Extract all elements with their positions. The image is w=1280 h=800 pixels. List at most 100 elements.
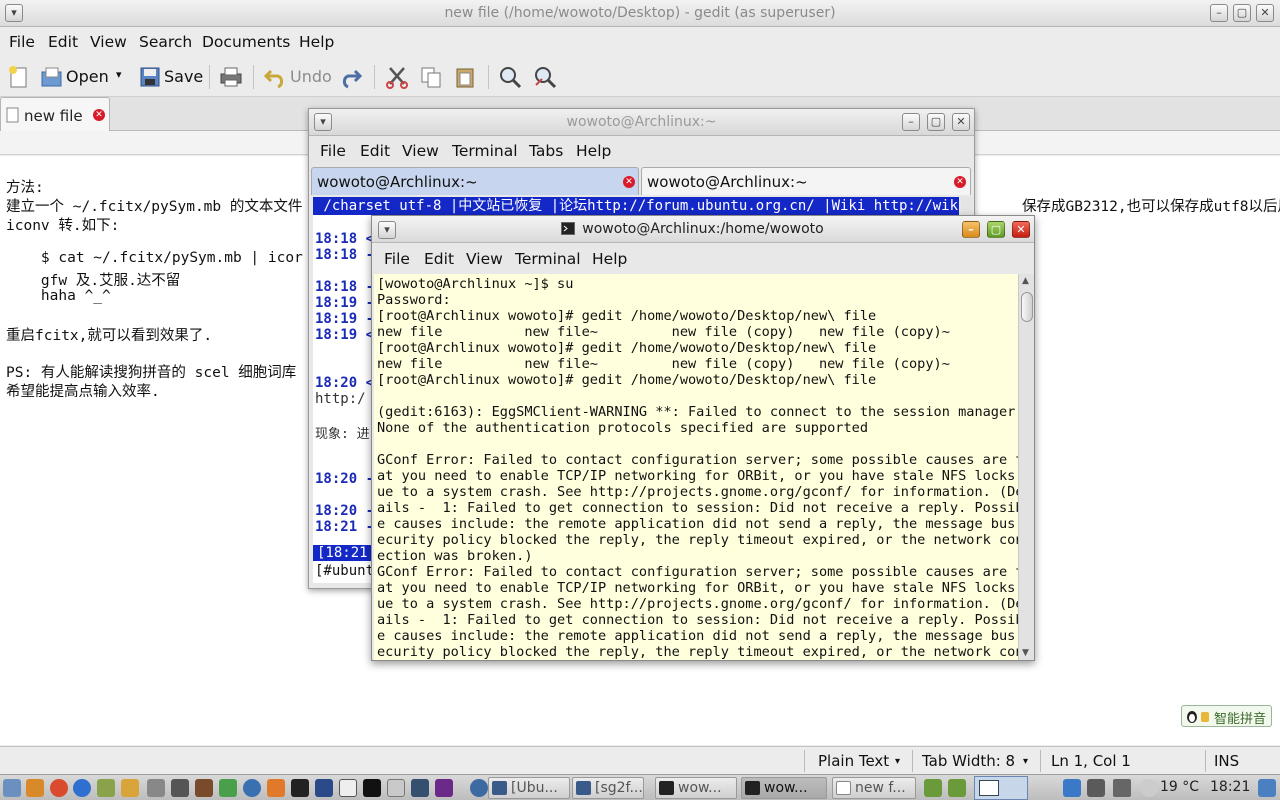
search-icon[interactable]: [498, 65, 522, 89]
network-status-icon[interactable]: [1063, 779, 1081, 797]
save-icon[interactable]: [138, 65, 162, 89]
globe-icon[interactable]: [73, 779, 91, 797]
moon-icon[interactable]: [363, 779, 381, 797]
terminal-titlebar[interactable]: ▾ wowoto@Archlinux:~ – ▢ ✕: [309, 109, 974, 136]
mms-icon[interactable]: [435, 779, 453, 797]
workspace-pager[interactable]: [974, 776, 1028, 800]
window-menu-button[interactable]: ▾: [5, 4, 23, 22]
gedit-titlebar[interactable]: new file (/home/wowoto/Desktop) - gedit …: [0, 0, 1280, 27]
terminal-line: (gedit:6163): EggSMClient-WARNING **: Fa…: [377, 404, 1018, 420]
tab-close-icon[interactable]: ✕: [93, 109, 105, 121]
open-folder-icon[interactable]: [40, 65, 64, 89]
minimize-button[interactable]: –: [962, 221, 980, 238]
home-icon[interactable]: [26, 779, 44, 797]
menu-edit[interactable]: Edit: [424, 250, 454, 268]
show-desktop-icon[interactable]: [1258, 779, 1276, 797]
settings-icon[interactable]: [411, 779, 429, 797]
menu-help[interactable]: Help: [299, 33, 334, 51]
save-button[interactable]: Save: [164, 67, 203, 86]
paste-icon[interactable]: [453, 65, 477, 89]
battery-icon[interactable]: [948, 779, 966, 797]
maximize-button[interactable]: ▢: [927, 113, 945, 131]
terminal-icon[interactable]: [291, 779, 309, 797]
search-replace-icon[interactable]: [533, 65, 557, 89]
maximize-button[interactable]: ▢: [987, 221, 1005, 238]
terminal-window-front[interactable]: ▾ wowoto@Archlinux:/home/wowoto – ▢ ✕ Fi…: [371, 215, 1035, 661]
im-icon[interactable]: [219, 779, 237, 797]
close-button[interactable]: ✕: [1012, 221, 1030, 238]
tab-width-selector[interactable]: Tab Width: 8: [922, 752, 1015, 770]
minimize-button[interactable]: –: [1210, 4, 1228, 22]
tex-icon[interactable]: [387, 779, 405, 797]
media-icon[interactable]: [147, 779, 165, 797]
scroll-down-arrow[interactable]: ▼: [1022, 648, 1029, 658]
browser-icon[interactable]: [50, 779, 68, 797]
terminal-output[interactable]: [wowoto@Archlinux ~]$ su Password: [root@A…: [374, 274, 1018, 660]
close-button[interactable]: ✕: [1256, 4, 1274, 22]
menu-file[interactable]: File: [9, 33, 35, 51]
menu-documents[interactable]: Documents: [202, 33, 290, 51]
minimize-button[interactable]: –: [902, 113, 920, 131]
menu-edit[interactable]: Edit: [360, 142, 390, 160]
game-icon[interactable]: [195, 779, 213, 797]
task-button[interactable]: new f...: [832, 777, 916, 799]
terminal-tab-active[interactable]: wowoto@Archlinux:~ ✕: [311, 167, 639, 195]
monitor-icon[interactable]: [315, 779, 333, 797]
mail-icon[interactable]: [97, 779, 115, 797]
display-icon[interactable]: [1087, 779, 1105, 797]
menu-launcher-icon[interactable]: [3, 779, 21, 797]
copy-icon[interactable]: [419, 65, 443, 89]
menu-help[interactable]: Help: [592, 250, 627, 268]
tab-close-icon[interactable]: ✕: [623, 176, 635, 188]
task-button-active[interactable]: wow...: [741, 777, 827, 799]
editor-line: gfw 及.艾服.达不留: [6, 273, 181, 289]
firefox-icon[interactable]: [267, 779, 285, 797]
battery-icon[interactable]: [924, 779, 942, 797]
camera-icon[interactable]: [171, 779, 189, 797]
network-icon[interactable]: [243, 779, 261, 797]
new-document-icon[interactable]: [7, 65, 31, 89]
weather-icon[interactable]: [1140, 779, 1158, 797]
menu-tabs[interactable]: Tabs: [529, 142, 563, 160]
menu-search[interactable]: Search: [139, 33, 192, 51]
scrollbar-thumb[interactable]: [1021, 292, 1033, 322]
menu-file[interactable]: File: [384, 250, 410, 268]
open-recent-dropdown[interactable]: ▾: [116, 68, 122, 81]
task-button[interactable]: wow...: [655, 777, 737, 799]
volume-icon[interactable]: [1113, 779, 1131, 797]
menu-view[interactable]: View: [402, 142, 439, 160]
clock[interactable]: 18:21: [1210, 779, 1250, 795]
ime-indicator[interactable]: 智能拼音: [1181, 705, 1272, 727]
task-button[interactable]: [sg2f...: [572, 777, 644, 799]
open-button[interactable]: Open: [66, 67, 109, 86]
undo-button[interactable]: Undo: [290, 67, 332, 86]
chevron-down-icon[interactable]: ▾: [1023, 756, 1028, 767]
menu-view[interactable]: View: [90, 33, 127, 51]
maximize-button[interactable]: ▢: [1233, 4, 1251, 22]
terminal-tab[interactable]: wowoto@Archlinux:~ ✕: [641, 167, 971, 195]
menu-terminal[interactable]: Terminal: [452, 142, 518, 160]
language-selector[interactable]: Plain Text: [818, 752, 889, 770]
workspace-icon[interactable]: [470, 779, 488, 797]
menu-view[interactable]: View: [466, 250, 503, 268]
chevron-down-icon[interactable]: ▾: [895, 756, 900, 767]
redo-icon[interactable]: [339, 65, 363, 89]
menu-edit[interactable]: Edit: [48, 33, 78, 51]
terminal-titlebar[interactable]: ▾ wowoto@Archlinux:/home/wowoto – ▢ ✕: [372, 216, 1034, 243]
chat-icon[interactable]: [121, 779, 139, 797]
irc-timestamp: 18:18 -: [315, 279, 375, 295]
print-icon[interactable]: [219, 65, 243, 89]
cut-icon[interactable]: [385, 65, 409, 89]
task-button[interactable]: [Ubu...: [488, 777, 570, 799]
close-button[interactable]: ✕: [952, 113, 970, 131]
menu-file[interactable]: File: [320, 142, 346, 160]
irc-input[interactable]: [#ubunt: [315, 563, 374, 579]
undo-icon[interactable]: [263, 65, 287, 89]
scroll-up-arrow[interactable]: ▲: [1022, 276, 1029, 286]
scrollbar[interactable]: ▲ ▼: [1018, 274, 1034, 660]
tab-new-file[interactable]: new file ✕: [0, 97, 110, 131]
skull-icon[interactable]: [339, 779, 357, 797]
tab-close-icon[interactable]: ✕: [954, 176, 966, 188]
menu-terminal[interactable]: Terminal: [515, 250, 581, 268]
menu-help[interactable]: Help: [576, 142, 611, 160]
